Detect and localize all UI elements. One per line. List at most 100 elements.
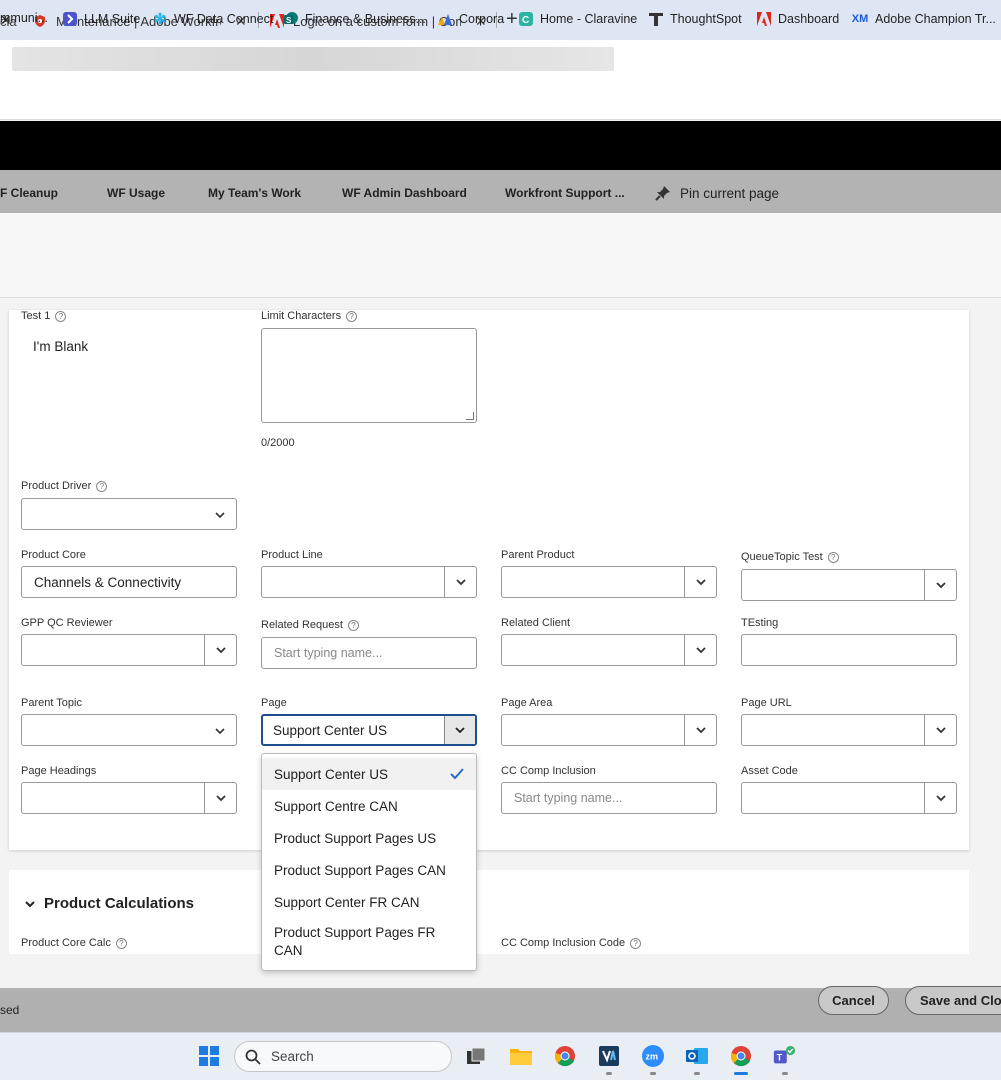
dropdown-option[interactable]: Support Centre CAN [262, 790, 476, 822]
xm-icon: XM [851, 13, 869, 25]
help-icon[interactable]: ? [630, 937, 642, 949]
parent-topic-select[interactable] [21, 714, 237, 746]
help-icon[interactable]: ? [115, 937, 127, 949]
chevron-down-icon [215, 647, 226, 654]
field-label-queue-topic-test: QueueTopic Test? [741, 551, 839, 563]
field-label-product-driver: Product Driver? [21, 480, 108, 492]
cancel-button[interactable]: Cancel [818, 986, 889, 1015]
dropdown-button[interactable] [684, 635, 716, 665]
queue-topic-test-select[interactable] [741, 569, 957, 601]
llm-suite-icon [62, 11, 78, 27]
bookmark-item[interactable]: Corpora [437, 11, 504, 27]
field-label-parent-product: Parent Product [501, 549, 575, 561]
address-url-redacted[interactable] [12, 47, 614, 71]
gpp-qc-reviewer-select[interactable] [21, 634, 237, 666]
field-label-page-headings: Page Headings [21, 765, 97, 777]
bookmark-item[interactable]: mmuni... [0, 11, 48, 25]
asset-code-select[interactable] [741, 782, 957, 814]
field-label-page: Page [261, 697, 287, 709]
svg-text:T: T [777, 1053, 783, 1063]
dropdown-button[interactable] [684, 567, 716, 597]
field-label-page-url: Page URL [741, 697, 792, 709]
field-label-page-area: Page Area [501, 697, 553, 709]
save-and-close-button[interactable]: Save and Clos [905, 986, 1001, 1015]
page-dropdown-menu: Support Center US Support Centre CAN Pro… [261, 753, 477, 971]
svg-text:zm: zm [646, 1052, 659, 1062]
running-indicator [650, 1072, 656, 1075]
cc-comp-inclusion-input[interactable]: Start typing name... [501, 782, 717, 814]
teams-icon[interactable]: T [772, 1044, 796, 1068]
dropdown-option[interactable]: Product Support Pages FR CAN [262, 922, 437, 962]
help-icon[interactable]: ? [347, 619, 359, 631]
bookmark-item[interactable]: LLM Suite [62, 11, 140, 27]
nav-item[interactable]: WF Usage [107, 186, 165, 200]
resize-handle-icon[interactable] [466, 412, 474, 420]
file-explorer-icon[interactable] [509, 1044, 533, 1068]
related-request-input[interactable]: Start typing name... [261, 637, 477, 669]
bookmark-item[interactable]: ✻ WF Data Connect [152, 11, 274, 28]
chevron-down-icon [215, 512, 225, 519]
chevron-down-icon [455, 579, 466, 586]
chrome-icon[interactable] [553, 1044, 577, 1068]
help-icon[interactable]: ? [96, 480, 108, 492]
nav-item[interactable]: My Team's Work [208, 186, 301, 200]
app-icon[interactable] [597, 1044, 621, 1068]
pin-current-page-button[interactable]: Pin current page [654, 184, 779, 202]
dropdown-button[interactable] [204, 783, 236, 813]
dropdown-option[interactable]: Product Support Pages CAN [262, 854, 476, 886]
running-indicator [694, 1072, 700, 1075]
taskbar-search[interactable]: Search [234, 1041, 452, 1072]
pin-icon [655, 186, 670, 201]
page-area-select[interactable] [501, 714, 717, 746]
field-label-product-core-calc: Product Core Calc? [21, 937, 127, 949]
field-label-parent-topic: Parent Topic [21, 697, 82, 709]
dropdown-option[interactable]: Support Center FR CAN [262, 886, 476, 918]
dropdown-button[interactable] [444, 716, 475, 744]
nav-item[interactable]: WF Admin Dashboard [342, 186, 467, 200]
windows-start-icon[interactable] [197, 1044, 221, 1068]
field-label-test1: Test 1? [21, 310, 67, 322]
dropdown-button[interactable] [924, 570, 956, 600]
dropdown-option[interactable]: Support Center US [262, 758, 476, 790]
field-label-cc-comp-inclusion-code: CC Comp Inclusion Code? [501, 937, 642, 949]
product-driver-select[interactable] [21, 498, 237, 530]
bookmark-item[interactable]: ThoughtSpot [648, 11, 742, 27]
chrome-icon[interactable] [729, 1044, 753, 1068]
page-headings-select[interactable] [21, 782, 237, 814]
svg-text:S: S [286, 16, 292, 25]
dropdown-button[interactable] [684, 715, 716, 745]
limit-characters-textarea[interactable] [261, 328, 477, 423]
page-select[interactable]: Support Center US [261, 714, 477, 746]
help-icon[interactable]: ? [827, 551, 839, 563]
bookmark-item[interactable]: C Home - Claravine [518, 11, 637, 27]
bookmark-item[interactable]: Dashboard [756, 11, 839, 27]
checkmark-icon [450, 768, 464, 780]
windows-taskbar [0, 1032, 1001, 1080]
dropdown-button[interactable] [924, 783, 956, 813]
dropdown-button[interactable] [204, 635, 236, 665]
zoom-icon[interactable]: zm [641, 1044, 665, 1068]
bookmark-item[interactable]: XM Adobe Champion Tr... [851, 11, 996, 27]
dropdown-button[interactable] [924, 715, 956, 745]
character-counter: 0/2000 [261, 437, 295, 449]
dropdown-option[interactable]: Product Support Pages US [262, 822, 476, 854]
product-calculations-toggle[interactable]: Product Calculations [24, 895, 194, 912]
adobe-icon [756, 11, 772, 27]
nav-item[interactable]: F Cleanup [0, 186, 58, 200]
nav-item[interactable]: Workfront Support ... [505, 186, 625, 200]
app-nav-bar: F Cleanup WF Usage My Team's Work WF Adm… [0, 170, 1001, 213]
related-client-select[interactable] [501, 634, 717, 666]
task-view-icon[interactable] [464, 1044, 488, 1068]
outlook-icon[interactable] [685, 1044, 709, 1068]
dropdown-button[interactable] [444, 567, 476, 597]
product-core-field[interactable]: Channels & Connectivity [21, 566, 237, 598]
chevron-down-icon [695, 727, 706, 734]
bookmark-item[interactable]: S Finance & Business... [283, 11, 426, 27]
help-icon[interactable]: ? [346, 310, 358, 322]
help-icon[interactable]: ? [55, 310, 67, 322]
parent-product-select[interactable] [501, 566, 717, 598]
product-line-select[interactable] [261, 566, 477, 598]
testing-input[interactable] [741, 634, 957, 666]
new-tab-icon[interactable]: + [506, 8, 518, 31]
page-url-select[interactable] [741, 714, 957, 746]
